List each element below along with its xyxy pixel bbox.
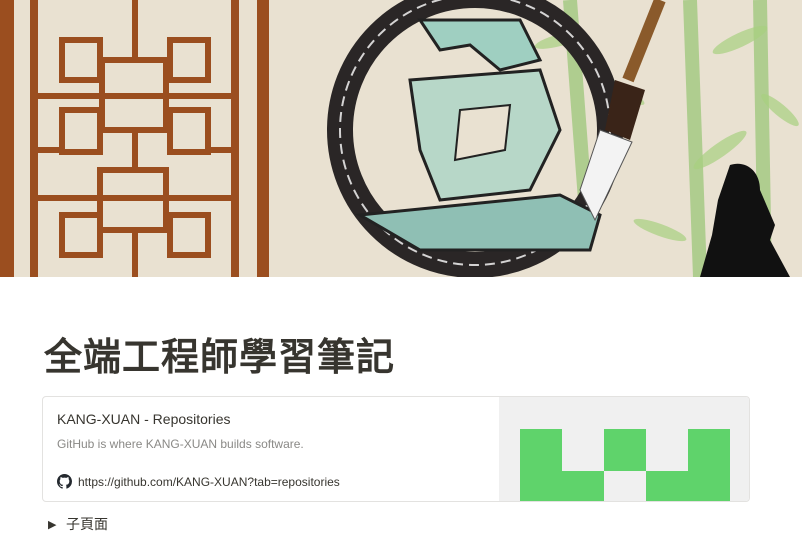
identicon-image — [520, 429, 730, 501]
bookmark-url: https://github.com/KANG-XUAN?tab=reposit… — [78, 474, 340, 489]
subpage-toggle[interactable]: ▶ 子頁面 — [48, 514, 108, 534]
bookmark-title: KANG-XUAN - Repositories — [57, 411, 231, 427]
bookmark-card[interactable]: KANG-XUAN - Repositories GitHub is where… — [42, 396, 750, 502]
github-icon — [57, 474, 72, 489]
page-title: 全端工程師學習筆記 — [44, 335, 396, 379]
bookmark-link[interactable]: https://github.com/KANG-XUAN?tab=reposit… — [57, 474, 340, 489]
bookmark-description: GitHub is where KANG-XUAN builds softwar… — [57, 437, 304, 451]
cover-illustration — [0, 0, 802, 277]
triangle-right-icon[interactable]: ▶ — [48, 518, 66, 531]
bookmark-text: KANG-XUAN - Repositories GitHub is where… — [43, 397, 499, 501]
page-cover — [0, 0, 802, 277]
toggle-label: 子頁面 — [66, 516, 108, 532]
bookmark-thumbnail — [499, 397, 749, 501]
